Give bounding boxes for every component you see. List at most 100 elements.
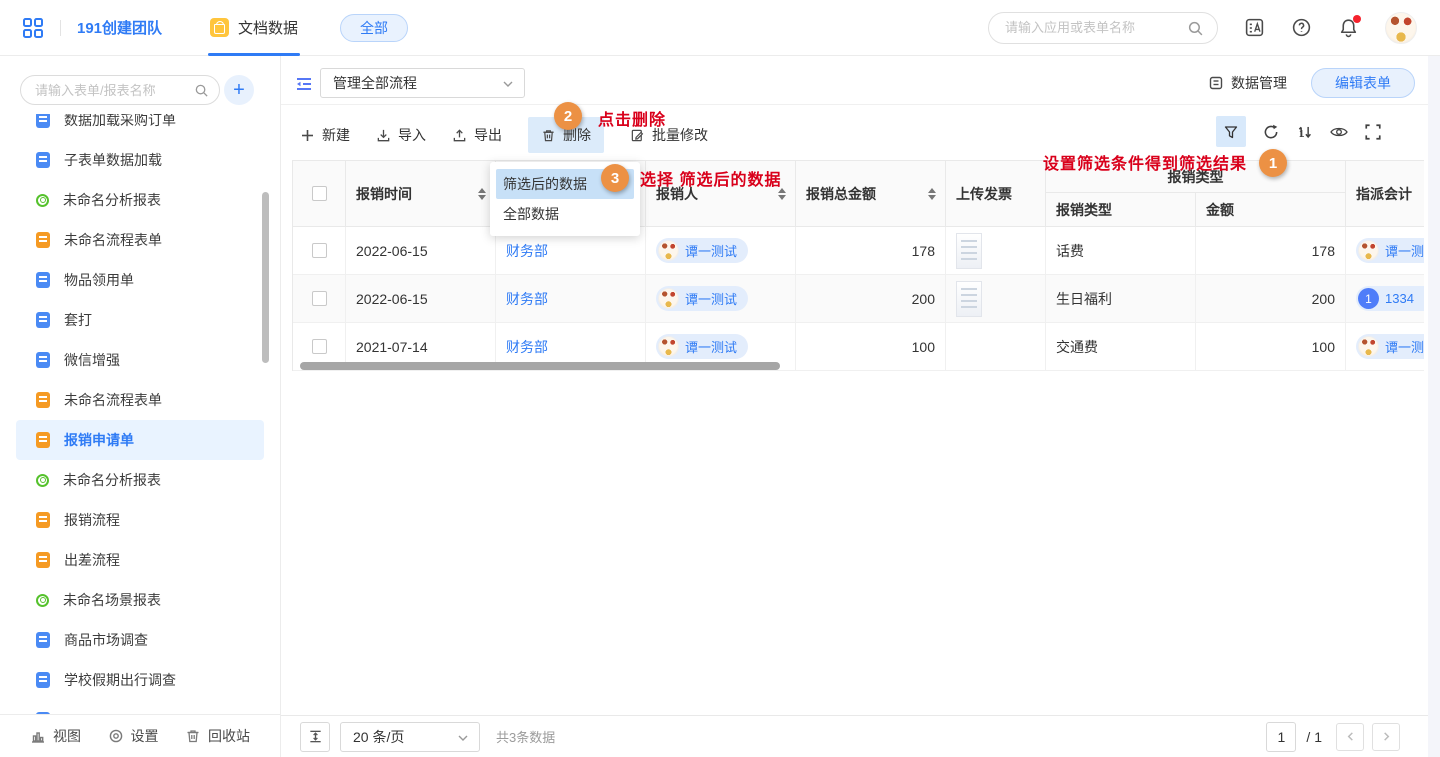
invoice-thumbnail[interactable] <box>956 233 982 269</box>
sidebar-item[interactable]: 物品领用单 <box>16 260 264 300</box>
select-all-cell <box>293 161 346 226</box>
col-time-label: 报销时间 <box>356 184 412 204</box>
accountant-tag[interactable]: 11334 <box>1356 286 1424 311</box>
cell-dept-link[interactable]: 财务部 <box>506 337 548 357</box>
eye-icon[interactable] <box>1330 123 1348 141</box>
sidebar-item-label: 学校假期出行调查 <box>64 670 176 690</box>
sidebar-item[interactable]: 子表单数据加载 <box>16 140 264 180</box>
person-tag[interactable]: 谭一测试 <box>656 286 748 311</box>
prev-page-button[interactable] <box>1336 723 1364 751</box>
col-accountant[interactable]: 指派会计 <box>1346 161 1424 226</box>
select-all-checkbox[interactable] <box>312 186 327 201</box>
translate-icon[interactable] <box>1244 17 1265 38</box>
row-checkbox[interactable] <box>312 291 327 306</box>
menu-fold-icon[interactable] <box>295 75 313 93</box>
user-avatar[interactable] <box>1385 12 1417 44</box>
import-button[interactable]: 导入 <box>376 125 426 145</box>
views-button[interactable]: 视图 <box>30 726 81 746</box>
global-search <box>988 12 1218 44</box>
refresh-icon[interactable] <box>1262 123 1280 141</box>
filter-button[interactable] <box>1216 116 1246 147</box>
col-amount[interactable]: 金额 <box>1196 193 1346 226</box>
sidebar-item-label: 数据加载采购订单 <box>64 114 176 130</box>
sort-icon[interactable]: 1 <box>1296 123 1314 141</box>
accountant-tag[interactable]: 谭一测试 <box>1356 334 1424 359</box>
sidebar-item-label: 未命名分析报表 <box>63 190 161 210</box>
flow-select-dropdown[interactable]: 管理全部流程 <box>320 68 525 98</box>
row-height-button[interactable] <box>300 722 330 752</box>
export-button[interactable]: 导出 <box>452 125 502 145</box>
sidebar-item[interactable]: 未命名流程表单 <box>16 380 264 420</box>
sidebar-item-selected[interactable]: 报销申请单 <box>16 420 264 460</box>
invoice-thumbnail[interactable] <box>956 281 982 317</box>
col-time[interactable]: 报销时间 <box>346 161 496 226</box>
sidebar-item[interactable]: 未命名场景报表 <box>16 580 264 620</box>
sidebar-search-input[interactable] <box>21 76 219 104</box>
sort-toggle[interactable] <box>478 188 486 200</box>
sidebar-item[interactable]: 学校假期出行调查 <box>16 660 264 700</box>
page-size-select[interactable]: 20 条/页 <box>340 722 480 752</box>
col-total[interactable]: 报销总金额 <box>796 161 946 226</box>
person-tag[interactable]: 谭一测试 <box>656 334 748 359</box>
table-row[interactable]: 2022-06-15 财务部 谭一测试 200 生日福利 200 11334 <box>293 275 1424 323</box>
annotation-step-2: 点击删除 <box>598 106 666 130</box>
cell-type: 话费 <box>1046 227 1196 274</box>
search-icon <box>194 83 209 98</box>
recycle-bin-button[interactable]: 回收站 <box>185 726 250 746</box>
data-manage-button[interactable]: 数据管理 <box>1208 73 1287 93</box>
sidebar-item[interactable]: 数据加载采购订单 <box>16 114 264 140</box>
sidebar-item[interactable] <box>16 700 264 714</box>
cell-dept-link[interactable]: 财务部 <box>506 241 548 261</box>
flow-form-icon <box>36 392 50 408</box>
search-icon[interactable] <box>1187 20 1204 37</box>
global-search-input[interactable] <box>989 13 1217 43</box>
row-checkbox[interactable] <box>312 339 327 354</box>
fullscreen-icon[interactable] <box>1364 123 1382 141</box>
sidebar-item-label: 子表单数据加载 <box>64 150 162 170</box>
tab-all-pill[interactable]: 全部 <box>340 14 408 42</box>
tab-app-docs[interactable]: 文档数据 <box>208 0 300 56</box>
app-name: 文档数据 <box>238 17 298 38</box>
notification-bell[interactable] <box>1338 17 1359 38</box>
row-checkbox[interactable] <box>312 243 327 258</box>
horizontal-scrollbar[interactable] <box>300 362 780 370</box>
sort-toggle[interactable] <box>928 188 936 200</box>
page-total: / 1 <box>1306 729 1322 745</box>
cell-dept-link[interactable]: 财务部 <box>506 289 548 309</box>
accountant-tag[interactable]: 谭一测试 <box>1356 238 1424 263</box>
sidebar-item-label: 出差流程 <box>64 550 120 570</box>
sidebar-item[interactable]: 微信增强 <box>16 340 264 380</box>
edit-form-button[interactable]: 编辑表单 <box>1311 68 1415 98</box>
page-size-value: 20 条/页 <box>353 727 404 747</box>
sidebar-item[interactable]: 未命名流程表单 <box>16 220 264 260</box>
col-accountant-label: 指派会计 <box>1356 184 1412 204</box>
help-icon[interactable] <box>1291 17 1312 38</box>
step-badge-3: 3 <box>601 164 629 192</box>
sidebar-item-label: 未命名场景报表 <box>63 590 161 610</box>
sidebar-item[interactable]: 未命名分析报表 <box>16 460 264 500</box>
apps-grid-icon[interactable] <box>22 17 44 39</box>
recycle-label: 回收站 <box>208 726 250 746</box>
person-tag[interactable]: 谭一测试 <box>656 238 748 263</box>
new-button[interactable]: 新建 <box>300 125 350 145</box>
settings-button[interactable]: 设置 <box>108 726 159 746</box>
top-bar: 191创建团队 文档数据 全部 <box>0 0 1440 56</box>
sidebar-item[interactable]: 套打 <box>16 300 264 340</box>
current-page-input[interactable]: 1 <box>1266 722 1296 752</box>
sidebar-scrollbar[interactable] <box>262 192 269 363</box>
report-icon <box>36 594 49 607</box>
cell-total: 100 <box>796 323 946 370</box>
col-invoice[interactable]: 上传发票 <box>946 161 1046 226</box>
sidebar-item[interactable]: 报销流程 <box>16 500 264 540</box>
menu-item-all-data[interactable]: 全部数据 <box>496 199 634 229</box>
sidebar-item[interactable]: 未命名分析报表 <box>16 180 264 220</box>
next-page-button[interactable] <box>1372 723 1400 751</box>
annotation-step-1: 设置筛选条件得到筛选结果 <box>1043 150 1247 174</box>
gear-icon <box>108 728 124 744</box>
col-type[interactable]: 报销类型 <box>1046 193 1196 226</box>
team-name[interactable]: 191创建团队 <box>77 17 162 38</box>
sidebar-item[interactable]: 出差流程 <box>16 540 264 580</box>
add-form-button[interactable]: + <box>224 75 254 105</box>
table-row[interactable]: 2022-06-15 财务部 谭一测试 178 话费 178 谭一测试 <box>293 227 1424 275</box>
sidebar-item[interactable]: 商品市场调查 <box>16 620 264 660</box>
